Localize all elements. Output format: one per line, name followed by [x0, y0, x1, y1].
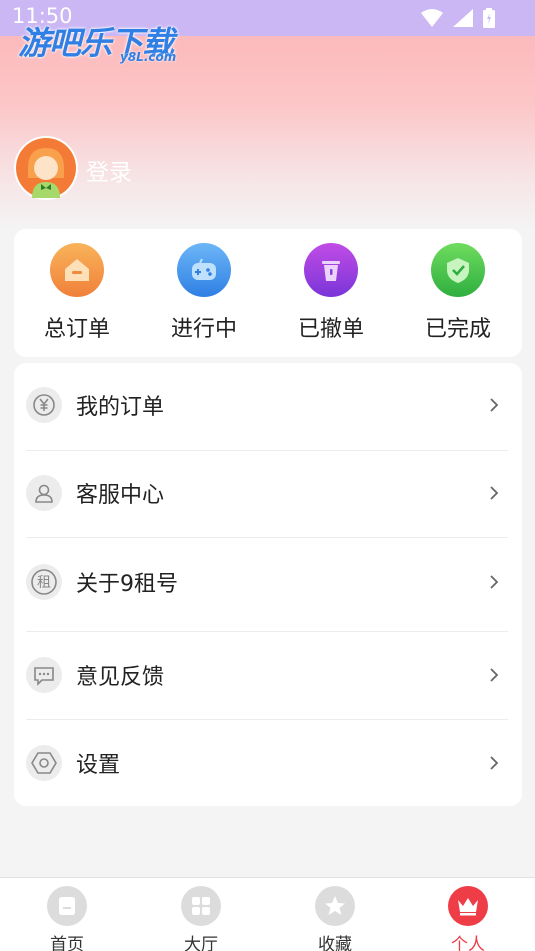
signal-icon: [453, 9, 473, 27]
tab-hall-label: 大厅: [184, 935, 218, 951]
order-status-card: 总订单 进行中 已撤单 已完成: [14, 229, 522, 357]
menu-label-settings: 设置: [76, 753, 121, 778]
order-inprogress-label: 进行中: [170, 317, 237, 342]
wifi-icon: [421, 9, 443, 27]
battery-icon: [483, 8, 495, 28]
menu-item-feedback[interactable]: 意见反馈: [26, 657, 508, 693]
order-completed-label: 已完成: [424, 317, 491, 342]
order-completed-button[interactable]: 已完成: [408, 243, 508, 343]
order-cancelled-label: 已撤单: [297, 317, 364, 342]
menu-label-about: 关于9租号: [76, 572, 178, 597]
menu-item-about[interactable]: 租 关于9租号: [26, 564, 508, 600]
user-icon: [26, 475, 62, 511]
chevron-right-icon: [490, 668, 499, 682]
tab-home[interactable]: 首页: [22, 886, 112, 951]
watermark-domain: y8L.com: [120, 50, 177, 64]
divider: [26, 719, 508, 720]
message-icon: [26, 657, 62, 693]
menu-card: 我的订单 客服中心 租 关于9租号 意见反馈 设置: [14, 363, 522, 806]
chevron-right-icon: [490, 756, 499, 770]
login-link[interactable]: 登录: [86, 153, 132, 187]
chevron-right-icon: [490, 575, 499, 589]
divider: [26, 450, 508, 451]
order-all-icon: [50, 243, 104, 297]
bottom-tab-bar: 首页 大厅 收藏 个人: [0, 877, 535, 951]
shield-check-icon: [431, 243, 485, 297]
menu-item-customer-service[interactable]: 客服中心: [26, 475, 508, 511]
menu-label-customer-service: 客服中心: [76, 483, 165, 508]
order-cancelled-button[interactable]: 已撤单: [281, 243, 381, 343]
order-all-button[interactable]: 总订单: [27, 243, 127, 343]
zu-glyph: 租: [37, 575, 51, 591]
avatar-girl-icon: [16, 138, 76, 198]
menu-item-my-orders[interactable]: 我的订单: [26, 387, 508, 423]
star-icon: [315, 886, 355, 926]
menu-label-my-orders: 我的订单: [76, 395, 165, 420]
home-icon: [47, 886, 87, 926]
tab-favorites-label: 收藏: [318, 935, 352, 951]
tab-profile-label: 个人: [451, 935, 485, 951]
hexagon-settings-icon: [26, 745, 62, 781]
tab-hall[interactable]: 大厅: [156, 886, 246, 951]
divider: [26, 631, 508, 632]
chevron-right-icon: [490, 398, 499, 412]
tab-profile[interactable]: 个人: [423, 886, 513, 951]
menu-label-feedback: 意见反馈: [76, 665, 165, 690]
zu-icon: 租: [26, 564, 62, 600]
yuan-icon: [26, 387, 62, 423]
gamepad-icon: [177, 243, 231, 297]
order-all-label: 总订单: [43, 317, 110, 342]
menu-item-settings[interactable]: 设置: [26, 745, 508, 781]
avatar[interactable]: [14, 136, 78, 200]
grid-icon: [181, 886, 221, 926]
divider: [26, 537, 508, 538]
chevron-right-icon: [490, 486, 499, 500]
status-icons: [421, 8, 495, 28]
trash-icon: [304, 243, 358, 297]
order-inprogress-button[interactable]: 进行中: [154, 243, 254, 343]
tab-home-label: 首页: [50, 935, 84, 951]
crown-icon: [448, 886, 488, 926]
tab-favorites[interactable]: 收藏: [290, 886, 380, 951]
